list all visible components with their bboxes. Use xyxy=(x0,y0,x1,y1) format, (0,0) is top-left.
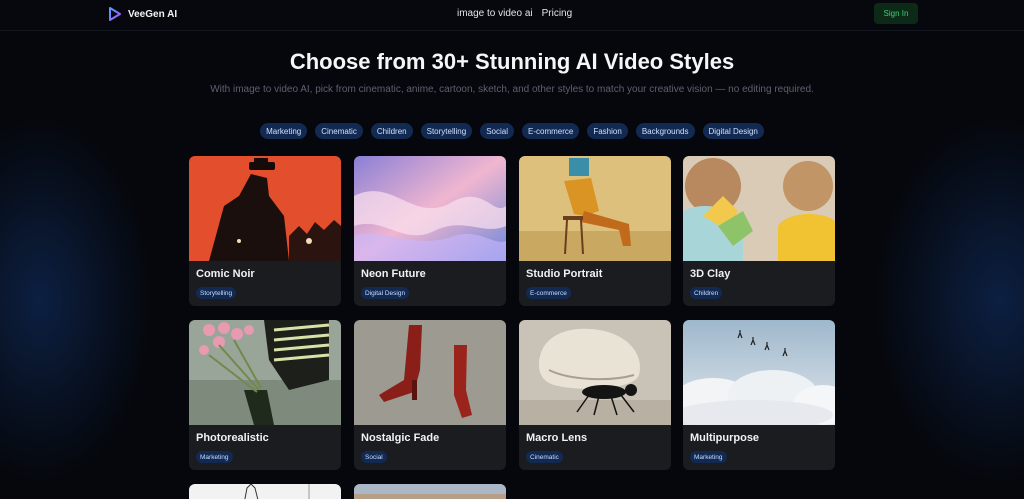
filter-tag-digital-design[interactable]: Digital Design xyxy=(702,123,764,139)
card-title: Macro Lens xyxy=(526,432,588,444)
page-subtitle: With image to video AI, pick from cinema… xyxy=(210,84,814,95)
filter-tag-children[interactable]: Children xyxy=(370,123,413,139)
card-title: Studio Portrait xyxy=(526,268,603,280)
card-title: Photorealistic xyxy=(196,432,269,444)
card-tag: Marketing xyxy=(196,451,233,463)
card-thumbnail xyxy=(519,156,671,261)
card-tag: Social xyxy=(361,451,387,463)
style-card-3d-clay[interactable]: 3D Clay Children xyxy=(683,156,835,306)
style-card-nostalgic-fade[interactable]: Nostalgic Fade Social xyxy=(354,320,506,470)
nav-link-pricing[interactable]: Pricing xyxy=(542,8,573,19)
filter-tag-cinematic[interactable]: Cinematic xyxy=(315,123,363,139)
main-nav: image to video ai Pricing xyxy=(457,8,572,19)
style-card-multipurpose[interactable]: Multipurpose Marketing xyxy=(683,320,835,470)
filter-tag-social[interactable]: Social xyxy=(480,123,514,139)
brand[interactable]: VeeGen AI xyxy=(108,7,177,21)
card-tag: Digital Design xyxy=(361,287,410,299)
filter-tag-storytelling[interactable]: Storytelling xyxy=(420,123,473,139)
card-thumbnail xyxy=(189,320,341,425)
filter-tag-ecommerce[interactable]: E-commerce xyxy=(522,123,580,139)
card-thumbnail xyxy=(354,156,506,261)
page-title: Choose from 30+ Stunning AI Video Styles xyxy=(289,49,735,74)
style-card-partial-cityscape[interactable] xyxy=(354,484,506,499)
card-thumbnail xyxy=(354,484,506,499)
card-thumbnail xyxy=(683,156,835,261)
card-thumbnail xyxy=(683,320,835,425)
style-card-partial-sketch[interactable] xyxy=(189,484,341,499)
style-card-studio-portrait[interactable]: Studio Portrait E-commerce xyxy=(519,156,671,306)
card-tag: Storytelling xyxy=(196,287,237,299)
card-title: 3D Clay xyxy=(690,268,731,280)
top-navbar: VeeGen AI image to video ai Pricing Sign… xyxy=(0,0,1024,31)
brand-name: VeeGen AI xyxy=(128,8,178,20)
card-tag: E-commerce xyxy=(526,287,571,299)
card-title: Multipurpose xyxy=(690,432,760,444)
card-title: Comic Noir xyxy=(196,268,255,280)
style-card-neon-future[interactable]: Neon Future Digital Design xyxy=(354,156,506,306)
filter-tag-backgrounds[interactable]: Backgrounds xyxy=(635,123,695,139)
filter-tag-marketing[interactable]: Marketing xyxy=(260,123,308,139)
sign-in-button[interactable]: Sign In xyxy=(874,3,918,24)
style-card-macro-lens[interactable]: Macro Lens Cinematic xyxy=(519,320,671,470)
card-thumbnail xyxy=(519,320,671,425)
card-thumbnail xyxy=(244,484,310,499)
card-thumbnail xyxy=(354,320,506,425)
card-thumbnail xyxy=(189,156,341,261)
style-card-comic-noir[interactable]: Comic Noir Storytelling xyxy=(189,156,341,306)
card-title: Neon Future xyxy=(361,268,426,280)
card-tag: Cinematic xyxy=(526,451,563,463)
card-tag: Children xyxy=(690,287,723,299)
filter-tag-fashion[interactable]: Fashion xyxy=(587,123,628,139)
page: VeeGen AI image to video ai Pricing Sign… xyxy=(0,0,1024,499)
filter-tag-bar: Marketing Cinematic Children Storytellin… xyxy=(0,123,1024,139)
nav-link-image-to-video[interactable]: image to video ai xyxy=(457,8,533,19)
play-logo-icon xyxy=(109,7,121,21)
style-card-photorealistic[interactable]: Photorealistic Marketing xyxy=(189,320,341,470)
card-tag: Marketing xyxy=(690,451,727,463)
card-title: Nostalgic Fade xyxy=(361,432,440,444)
